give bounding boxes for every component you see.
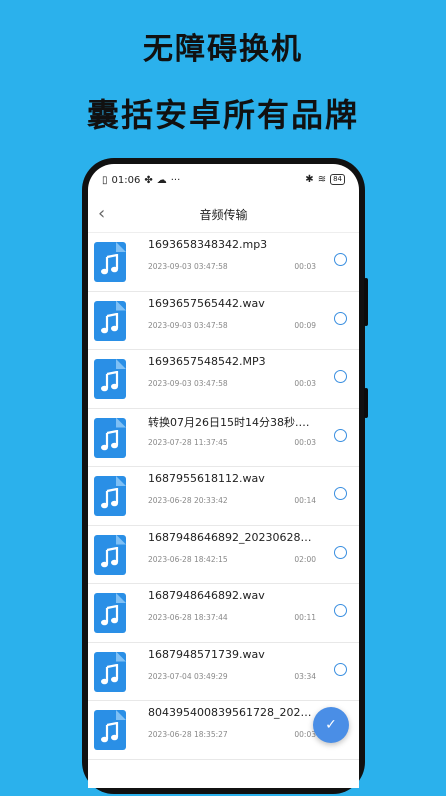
music-note-icon bbox=[101, 722, 119, 743]
audio-file-icon bbox=[94, 242, 126, 282]
file-name: 1687955618112.wav bbox=[148, 472, 265, 485]
file-duration: 00:11 bbox=[294, 613, 316, 622]
check-icon: ✓ bbox=[325, 717, 337, 733]
file-name: 1687948646892_2023062818… bbox=[148, 530, 313, 544]
music-note-icon bbox=[101, 371, 119, 392]
file-duration: 00:03 bbox=[294, 730, 316, 739]
file-date: 2023-09-03 03:47:58 bbox=[148, 262, 228, 271]
grid-icon: ✤ bbox=[144, 175, 153, 186]
wifi-icon: ≋ bbox=[317, 174, 327, 185]
file-duration: 03:34 bbox=[294, 671, 316, 681]
promo-headline-2: 囊括安卓所有品牌 bbox=[86, 96, 359, 134]
music-note-icon bbox=[101, 312, 119, 333]
page-title: 音频传输 bbox=[199, 208, 248, 222]
file-date: 2023-06-28 18:35:27 bbox=[148, 730, 228, 739]
file-name: 转换07月26日15时14分38秒.MP3 bbox=[148, 415, 313, 429]
audio-file-icon bbox=[94, 651, 126, 692]
audio-file-icon bbox=[94, 300, 126, 341]
select-radio[interactable] bbox=[334, 545, 347, 559]
battery-icon: 84 bbox=[330, 174, 345, 185]
select-radio[interactable] bbox=[334, 311, 347, 325]
list-item[interactable]: 1687948646892.wav 2023-06-28 18:37:44 00… bbox=[88, 584, 359, 643]
file-name: 804395400839561728_20230… bbox=[148, 706, 313, 719]
select-radio[interactable] bbox=[334, 428, 347, 442]
list-item[interactable]: 1687948571739.wav 2023-07-04 03:49:29 03… bbox=[88, 643, 359, 701]
music-note-icon bbox=[101, 663, 119, 684]
power-button bbox=[364, 388, 368, 418]
more-dots: ··· bbox=[170, 175, 181, 186]
promo-headline-1: 无障碍换机 bbox=[143, 32, 303, 67]
select-radio[interactable] bbox=[334, 370, 347, 383]
bluetooth-icon: ✱ bbox=[305, 174, 314, 185]
audio-file-icon bbox=[94, 593, 126, 633]
file-name: 1693657548542.MP3 bbox=[148, 355, 266, 368]
list-item[interactable]: 1687948646892_2023062818… 2023-06-28 18:… bbox=[88, 526, 359, 584]
file-duration: 02:00 bbox=[294, 554, 316, 564]
file-duration: 00:03 bbox=[294, 262, 316, 271]
audio-file-icon bbox=[94, 476, 126, 516]
select-radio[interactable] bbox=[334, 662, 347, 676]
volume-button bbox=[364, 278, 368, 326]
list-item[interactable]: 1687955618112.wav 2023-06-28 20:33:42 00… bbox=[88, 467, 359, 526]
status-bar: ▯ 01:06 ✤ ☁ ··· ✱ ≋ 84 bbox=[88, 164, 359, 196]
file-date: 2023-09-03 03:47:58 bbox=[148, 320, 228, 330]
music-note-icon bbox=[101, 488, 119, 509]
file-name: 1687948571739.wav bbox=[148, 647, 265, 661]
file-date: 2023-06-28 20:33:42 bbox=[148, 496, 228, 505]
audio-file-icon bbox=[94, 710, 126, 750]
music-note-icon bbox=[101, 546, 119, 567]
file-duration: 00:14 bbox=[294, 496, 316, 505]
file-duration: 00:03 bbox=[294, 437, 316, 447]
file-date: 2023-07-04 03:49:29 bbox=[148, 671, 228, 681]
file-name: 1693658348342.mp3 bbox=[148, 238, 268, 251]
file-list: 1693658348342.mp3 2023-09-03 03:47:58 00… bbox=[88, 233, 359, 760]
sim-icon: ▯ bbox=[102, 175, 108, 186]
audio-file-icon bbox=[94, 417, 126, 458]
file-name: 1693657565442.wav bbox=[148, 296, 265, 310]
audio-file-icon bbox=[94, 359, 126, 399]
confirm-button[interactable]: ✓ bbox=[313, 707, 349, 743]
file-name: 1687948646892.wav bbox=[148, 589, 265, 602]
cloud-icon: ☁ bbox=[156, 175, 167, 186]
music-note-icon bbox=[101, 254, 119, 275]
file-duration: 00:03 bbox=[294, 379, 316, 388]
list-item[interactable]: 转换07月26日15时14分38秒.MP3 2023-07-28 11:37:4… bbox=[88, 409, 359, 467]
phone-frame: ▯ 01:06 ✤ ☁ ··· ✱ ≋ 84 ‹ 音频传输 1693658348… bbox=[82, 158, 368, 794]
select-radio[interactable] bbox=[334, 604, 347, 617]
file-date: 2023-06-28 18:37:44 bbox=[148, 613, 228, 622]
list-item[interactable]: 1693657548542.MP3 2023-09-03 03:47:58 00… bbox=[88, 350, 359, 409]
select-radio[interactable] bbox=[334, 487, 347, 500]
status-time: 01:06 bbox=[111, 175, 141, 186]
music-note-icon bbox=[101, 429, 119, 450]
file-date: 2023-07-28 11:37:45 bbox=[148, 437, 228, 447]
list-item[interactable]: 1693658348342.mp3 2023-09-03 03:47:58 00… bbox=[88, 233, 359, 292]
file-duration: 00:09 bbox=[294, 320, 316, 330]
nav-bar: ‹ 音频传输 bbox=[88, 196, 359, 233]
audio-file-icon bbox=[94, 534, 126, 575]
phone-screen: ▯ 01:06 ✤ ☁ ··· ✱ ≋ 84 ‹ 音频传输 1693658348… bbox=[88, 164, 359, 788]
file-date: 2023-09-03 03:47:58 bbox=[148, 379, 228, 388]
list-item[interactable]: 1693657565442.wav 2023-09-03 03:47:58 00… bbox=[88, 292, 359, 350]
file-date: 2023-06-28 18:42:15 bbox=[148, 554, 228, 564]
music-note-icon bbox=[101, 605, 119, 626]
select-radio[interactable] bbox=[334, 253, 347, 266]
